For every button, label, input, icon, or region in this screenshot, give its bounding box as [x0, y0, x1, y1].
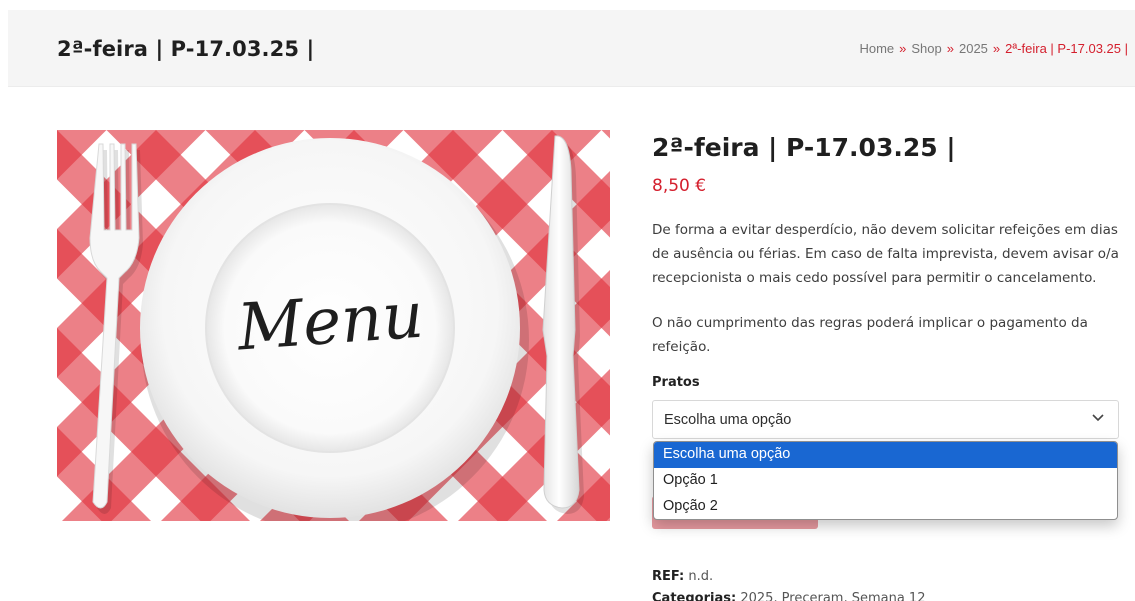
- product-price: 8,50 €: [652, 176, 707, 196]
- dropdown-option[interactable]: Escolha uma opção: [654, 442, 1117, 468]
- page-header: 2ª-feira | P-17.03.25 | Home » Shop » 2025 » 2…: [8, 10, 1135, 87]
- breadcrumb-year[interactable]: 2025: [959, 41, 988, 56]
- breadcrumb-home[interactable]: Home: [859, 41, 894, 56]
- breadcrumb-separator: »: [992, 41, 1001, 56]
- menu-plate-image: Menu: [57, 130, 610, 521]
- categories-line: Categorias: 2025, Preceram, Semana 12: [652, 588, 925, 601]
- breadcrumb-separator: »: [946, 41, 954, 56]
- description-paragraph: De forma a evitar desperdício, não devem…: [652, 222, 1119, 286]
- breadcrumb: Home » Shop » 2025 » 2ª-feira | P-17.03.25 |: [859, 41, 1128, 56]
- dropdown-option[interactable]: Opção 2: [654, 494, 1117, 519]
- product-summary: 2ª-feira | P-17.03.25 | 8,50 € De forma …: [652, 133, 1122, 359]
- pratos-select[interactable]: Escolha uma opção: [652, 400, 1119, 439]
- chevron-down-icon: [1092, 414, 1104, 422]
- dropdown-option[interactable]: Opção 1: [654, 468, 1117, 494]
- ref-line: REF: n.d.: [652, 566, 925, 588]
- breadcrumb-current: 2ª-feira | P-17.03.25 |: [1005, 41, 1128, 56]
- product-description: De forma a evitar desperdício, não devem…: [652, 218, 1122, 359]
- breadcrumb-shop[interactable]: Shop: [911, 41, 941, 56]
- page-title: 2ª-feira | P-17.03.25 |: [57, 37, 315, 61]
- pratos-dropdown-list: Escolha uma opção Opção 1 Opção 2: [653, 441, 1118, 520]
- ref-value: n.d.: [688, 569, 714, 584]
- select-value: Escolha uma opção: [664, 412, 792, 428]
- menu-script-text: Menu: [234, 279, 426, 366]
- product-title: 2ª-feira | P-17.03.25 |: [652, 133, 956, 162]
- breadcrumb-separator: »: [899, 41, 907, 56]
- product-meta: REF: n.d. Categorias: 2025, Preceram, Se…: [652, 566, 925, 601]
- categories-value[interactable]: 2025, Preceram, Semana 12: [740, 591, 925, 601]
- product-image[interactable]: Menu: [57, 130, 610, 521]
- description-paragraph: O não cumprimento das regras poderá impl…: [652, 315, 1088, 355]
- variation-label: Pratos: [652, 375, 700, 390]
- ref-label: REF:: [652, 569, 685, 584]
- categories-label: Categorias:: [652, 591, 737, 601]
